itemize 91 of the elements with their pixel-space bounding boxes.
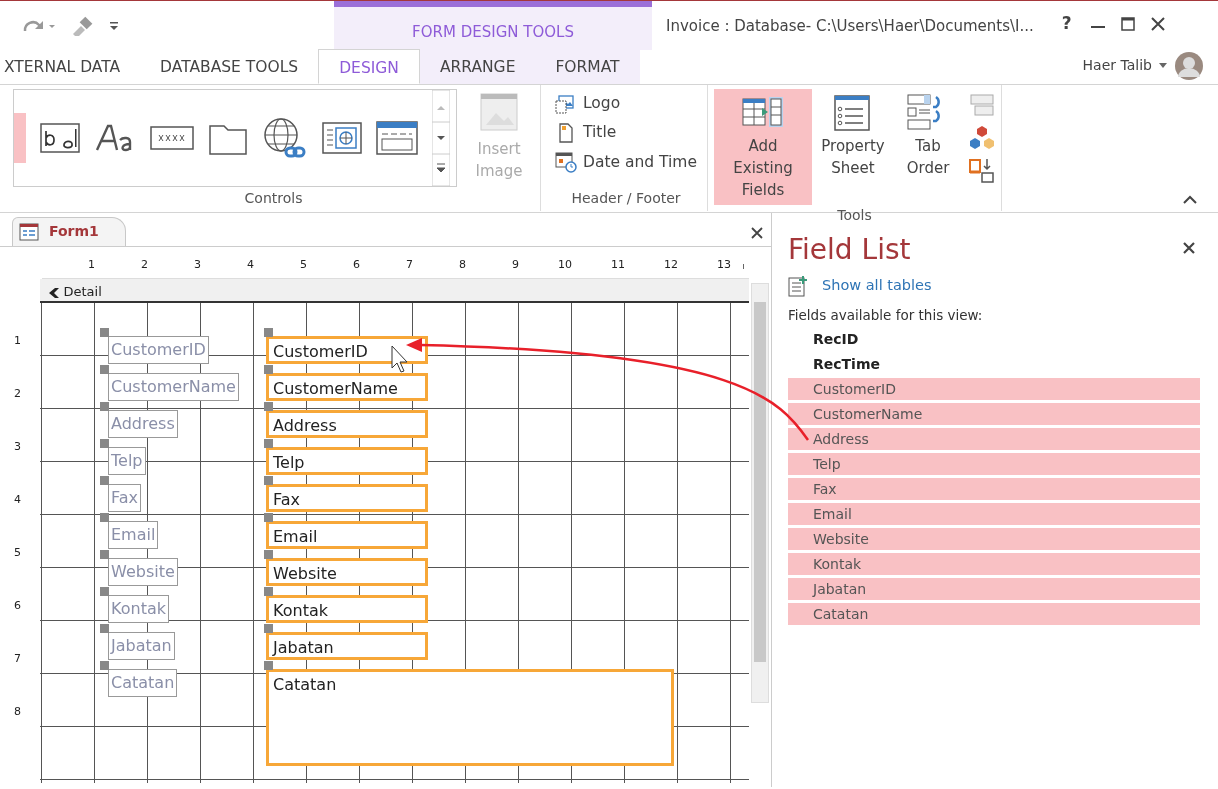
field-list-item[interactable]: Address <box>788 427 1200 450</box>
move-handle[interactable] <box>100 476 109 485</box>
logo-icon <box>555 92 577 115</box>
move-handle[interactable] <box>264 550 273 559</box>
field-list-item[interactable]: Telp <box>788 452 1200 475</box>
ribbon-button[interactable]: Property Sheet <box>819 89 887 183</box>
field-list-caption: Fields available for this view: <box>788 305 984 325</box>
document-tab[interactable]: Form1 <box>12 217 126 246</box>
close-icon <box>1182 241 1196 255</box>
caret-icon[interactable] <box>1159 62 1167 69</box>
ribbon-button[interactable]: Logo <box>551 89 701 119</box>
window-title: Invoice : Database- C:\Users\Haer\Documents\I... <box>666 16 1034 37</box>
move-handle[interactable] <box>264 439 273 448</box>
move-handle[interactable] <box>100 365 109 374</box>
close-icon[interactable] <box>750 225 764 240</box>
field-list-item[interactable]: RecID <box>788 327 1200 350</box>
text-box-control[interactable]: Email <box>266 521 428 549</box>
ribbon-button[interactable]: Add Existing Fields <box>714 89 812 205</box>
collapse-ribbon-icon[interactable] <box>1183 195 1197 205</box>
ribbon-tab[interactable]: DESIGN <box>318 49 420 84</box>
field-list-item[interactable]: Website <box>788 527 1200 550</box>
text-box-control[interactable]: CustomerID <box>266 336 428 364</box>
group-label: Header / Footer <box>570 189 682 208</box>
text-box-control[interactable]: Kontak <box>266 595 428 623</box>
text-box-control[interactable]: Website <box>266 558 428 586</box>
image-icon <box>480 93 518 131</box>
section-arrow-icon <box>48 286 60 299</box>
ribbon-tab[interactable]: FORMAT <box>535 49 640 84</box>
text-box-control[interactable]: Jabatan <box>266 632 428 660</box>
move-handle[interactable] <box>100 328 109 337</box>
web-browser-icon[interactable] <box>322 122 362 154</box>
insert-image-button: Insert Image <box>464 89 534 186</box>
globe-link-icon[interactable] <box>262 116 308 160</box>
vertical-ruler: 1 2 3 4 5 6 7 8 <box>14 333 22 720</box>
customize-toolbar-icon[interactable] <box>109 19 119 32</box>
ribbon-tab[interactable]: DATABASE TOOLS <box>140 49 319 84</box>
move-handle[interactable] <box>264 365 273 374</box>
help-button[interactable]: ? <box>1057 15 1076 32</box>
convert-icon[interactable] <box>969 156 995 183</box>
move-handle[interactable] <box>100 439 109 448</box>
ribbon-button[interactable]: Date and Time <box>551 147 701 177</box>
move-handle[interactable] <box>264 661 273 670</box>
move-handle[interactable] <box>264 624 273 633</box>
text-box-control[interactable]: Fax <box>266 484 428 512</box>
navigation-control-icon[interactable] <box>376 120 418 156</box>
group-label: Tools <box>836 205 873 225</box>
group-label: Controls <box>243 189 304 208</box>
show-all-tables-link[interactable]: Show all tables <box>822 274 932 297</box>
field-list-item[interactable]: CustomerID <box>788 377 1200 400</box>
form-icon <box>19 222 39 241</box>
gallery-scroll-icon[interactable] <box>432 90 450 186</box>
user-name[interactable]: Haer Talib <box>1082 55 1152 76</box>
ribbon-button[interactable]: Title <box>551 118 701 148</box>
field-list-item[interactable]: RecTime <box>788 352 1200 375</box>
field-list-item[interactable]: Kontak <box>788 552 1200 575</box>
panel-title: Field List <box>788 232 911 268</box>
calendar-clock-icon <box>555 151 577 174</box>
field-list-item[interactable]: Email <box>788 502 1200 525</box>
text-box-control[interactable]: Catatan <box>266 669 674 766</box>
move-handle[interactable] <box>100 513 109 522</box>
text-box-control[interactable]: Address <box>266 410 428 438</box>
field-list-item[interactable]: CustomerName <box>788 402 1200 425</box>
ribbon-tab[interactable]: XTERNAL DATA <box>0 49 141 84</box>
button-control-icon[interactable] <box>150 124 194 152</box>
text-box-icon[interactable] <box>40 122 80 154</box>
move-handle[interactable] <box>264 476 273 485</box>
section-header[interactable]: Detail <box>40 279 749 303</box>
move-handle[interactable] <box>264 402 273 411</box>
avatar-icon <box>1174 50 1204 81</box>
move-handle[interactable] <box>264 328 273 337</box>
field-list-item[interactable]: Fax <box>788 477 1200 500</box>
table-add-icon <box>788 274 808 297</box>
text-box-control[interactable]: CustomerName <box>266 373 428 401</box>
move-handle[interactable] <box>264 587 273 596</box>
move-handle[interactable] <box>100 587 109 596</box>
move-handle[interactable] <box>264 513 273 522</box>
text-box-control[interactable]: Telp <box>266 447 428 475</box>
ribbon-button[interactable]: Tab Order <box>894 89 962 183</box>
vertical-scrollbar[interactable] <box>751 283 769 703</box>
field-list-item[interactable]: Jabatan <box>788 577 1200 600</box>
ribbon-tab[interactable]: ARRANGE <box>419 49 536 84</box>
subform-icon[interactable] <box>969 92 995 117</box>
move-handle[interactable] <box>100 624 109 633</box>
context-tab-header: FORM DESIGN TOOLS <box>334 1 652 50</box>
shapes-icon[interactable] <box>969 123 995 150</box>
mouse-pointer-icon <box>391 345 408 373</box>
selection-marker-icon[interactable] <box>14 113 26 163</box>
move-handle[interactable] <box>100 402 109 411</box>
field-list-item[interactable]: Catatan <box>788 602 1200 625</box>
move-handle[interactable] <box>100 550 109 559</box>
move-handle[interactable] <box>100 661 109 670</box>
